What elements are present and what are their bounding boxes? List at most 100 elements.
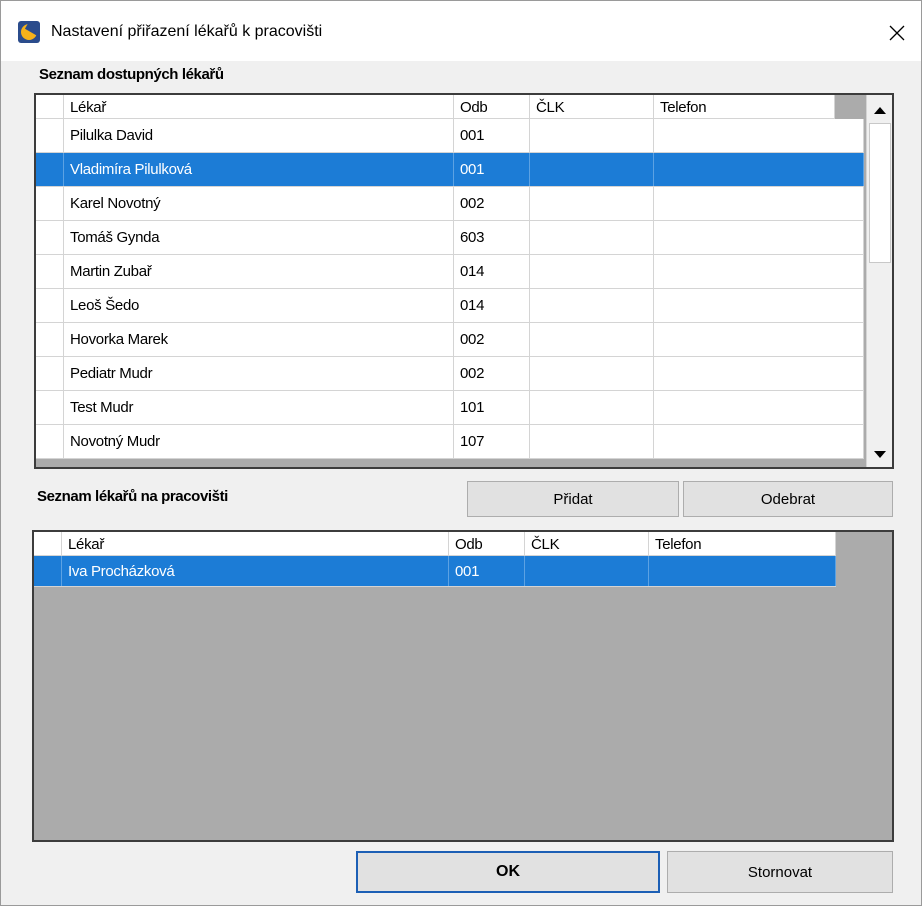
cell-clk <box>530 221 654 254</box>
cell-telefon <box>654 119 864 152</box>
column-header-telefon[interactable]: Telefon <box>649 532 836 555</box>
cell-clk <box>530 323 654 356</box>
cell-odb: 107 <box>454 425 530 458</box>
available-grid-header: Lékař Odb ČLK Telefon <box>36 95 835 119</box>
table-row[interactable]: Tomáš Gynda 603 <box>36 221 864 255</box>
window-title: Nastavení přiřazení lékařů k pracovišti <box>51 23 323 40</box>
scrollbar-thumb[interactable] <box>869 123 891 263</box>
close-icon <box>889 25 905 41</box>
cell-telefon <box>654 221 864 254</box>
cell-clk <box>530 391 654 424</box>
cell-odb: 002 <box>454 357 530 390</box>
column-header-odb[interactable]: Odb <box>454 95 530 118</box>
add-button[interactable]: Přidat <box>467 481 679 517</box>
available-vertical-scrollbar[interactable] <box>866 95 892 467</box>
cell-lekar: Vladimíra Pilulková <box>64 153 454 186</box>
cell-lekar: Test Mudr <box>64 391 454 424</box>
cell-telefon <box>654 425 864 458</box>
row-header[interactable] <box>34 556 62 586</box>
cell-odb: 014 <box>454 255 530 288</box>
available-grid-body: Pilulka David 001 Vladimíra Pilulková 001 Ka… <box>36 119 864 459</box>
assigned-list-label: Seznam lékařů na pracovišti <box>37 488 228 505</box>
row-header[interactable] <box>36 119 64 152</box>
assigned-grid-body: Iva Procházková 001 <box>34 556 836 587</box>
cell-odb: 001 <box>454 153 530 186</box>
row-header[interactable] <box>36 357 64 390</box>
cell-odb: 014 <box>454 289 530 322</box>
row-header-corner <box>34 532 62 555</box>
cell-clk <box>530 187 654 220</box>
table-row[interactable]: Hovorka Marek 002 <box>36 323 864 357</box>
scroll-down-arrow-icon <box>874 450 886 458</box>
cell-telefon <box>654 255 864 288</box>
row-header[interactable] <box>36 255 64 288</box>
cell-clk <box>530 289 654 322</box>
table-row[interactable]: Martin Zubař 014 <box>36 255 864 289</box>
cell-lekar: Iva Procházková <box>62 556 449 586</box>
row-header[interactable] <box>36 323 64 356</box>
row-header[interactable] <box>36 221 64 254</box>
cell-telefon <box>654 357 864 390</box>
cell-telefon <box>654 153 864 186</box>
cell-clk <box>530 425 654 458</box>
row-header[interactable] <box>36 425 64 458</box>
column-header-odb[interactable]: Odb <box>449 532 525 555</box>
assigned-grid-header: Lékař Odb ČLK Telefon <box>34 532 836 556</box>
table-row[interactable]: Vladimíra Pilulková 001 <box>36 153 864 187</box>
cell-clk <box>525 556 649 586</box>
table-row[interactable]: Test Mudr 101 <box>36 391 864 425</box>
close-button[interactable] <box>879 15 915 51</box>
app-logo-icon <box>18 21 40 43</box>
scroll-up-button[interactable] <box>867 97 892 123</box>
cell-lekar: Hovorka Marek <box>64 323 454 356</box>
row-header-corner <box>36 95 64 118</box>
cell-lekar: Pilulka David <box>64 119 454 152</box>
scroll-down-button[interactable] <box>867 441 892 467</box>
column-header-lekar[interactable]: Lékař <box>62 532 449 555</box>
column-header-clk[interactable]: ČLK <box>530 95 654 118</box>
cell-clk <box>530 357 654 390</box>
table-row[interactable]: Karel Novotný 002 <box>36 187 864 221</box>
row-header[interactable] <box>36 153 64 186</box>
scroll-up-arrow-icon <box>874 106 886 114</box>
assigned-doctors-grid[interactable]: Lékař Odb ČLK Telefon Iva Procházková 001 <box>32 530 894 842</box>
cell-telefon <box>654 289 864 322</box>
table-row[interactable]: Pilulka David 001 <box>36 119 864 153</box>
cell-odb: 101 <box>454 391 530 424</box>
table-row[interactable]: Novotný Mudr 107 <box>36 425 864 459</box>
cell-lekar: Martin Zubař <box>64 255 454 288</box>
cell-odb: 001 <box>454 119 530 152</box>
cell-lekar: Novotný Mudr <box>64 425 454 458</box>
remove-button[interactable]: Odebrat <box>683 481 893 517</box>
cell-clk <box>530 119 654 152</box>
row-header[interactable] <box>36 391 64 424</box>
column-header-clk[interactable]: ČLK <box>525 532 649 555</box>
cell-clk <box>530 153 654 186</box>
available-list-label: Seznam dostupných lékařů <box>39 66 224 83</box>
cell-odb: 002 <box>454 187 530 220</box>
cell-odb: 002 <box>454 323 530 356</box>
cell-telefon <box>649 556 836 586</box>
cell-clk <box>530 255 654 288</box>
table-row[interactable]: Pediatr Mudr 002 <box>36 357 864 391</box>
title-bar: Nastavení přiřazení lékařů k pracovišti <box>1 1 921 61</box>
row-header[interactable] <box>36 289 64 322</box>
cell-lekar: Karel Novotný <box>64 187 454 220</box>
cell-lekar: Tomáš Gynda <box>64 221 454 254</box>
cell-telefon <box>654 187 864 220</box>
cell-telefon <box>654 323 864 356</box>
cell-telefon <box>654 391 864 424</box>
column-header-telefon[interactable]: Telefon <box>654 95 835 118</box>
available-doctors-grid[interactable]: Lékař Odb ČLK Telefon Pilulka David 001 Vl… <box>34 93 894 469</box>
cell-lekar: Pediatr Mudr <box>64 357 454 390</box>
table-row[interactable]: Iva Procházková 001 <box>34 556 836 587</box>
table-row[interactable]: Leoš Šedo 014 <box>36 289 864 323</box>
cancel-button[interactable]: Stornovat <box>667 851 893 893</box>
cell-lekar: Leoš Šedo <box>64 289 454 322</box>
cell-odb: 603 <box>454 221 530 254</box>
row-header[interactable] <box>36 187 64 220</box>
cell-odb: 001 <box>449 556 525 586</box>
column-header-lekar[interactable]: Lékař <box>64 95 454 118</box>
ok-button[interactable]: OK <box>356 851 660 893</box>
dialog-window: Nastavení přiřazení lékařů k pracovišti … <box>0 0 922 906</box>
